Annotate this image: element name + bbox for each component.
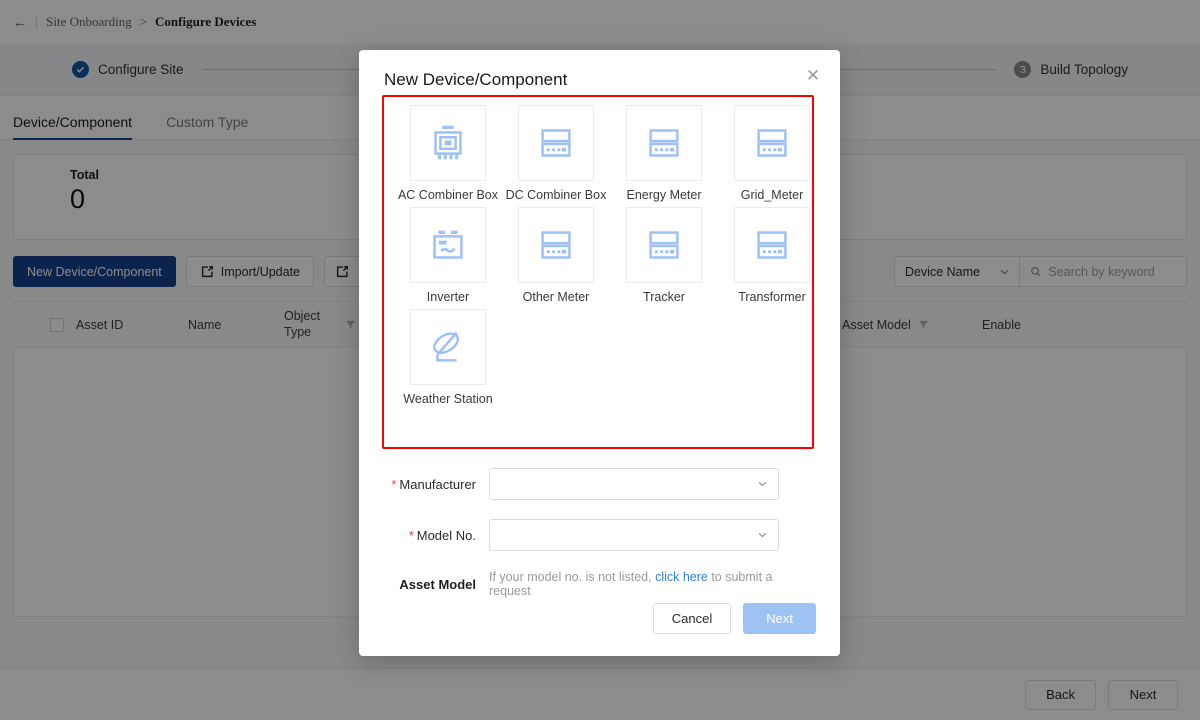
device-type-ac-combiner-box[interactable]: AC Combiner Box	[394, 105, 502, 202]
device-type-label: Grid_Meter	[741, 188, 804, 202]
device-form: *Manufacturer *Model No. Asset Model If …	[359, 468, 840, 617]
chip-icon	[410, 105, 486, 181]
meter-box-icon	[734, 207, 810, 283]
device-type-label: Other Meter	[523, 290, 590, 304]
label-model-no: *Model No.	[359, 528, 489, 543]
device-type-label: Weather Station	[403, 392, 492, 406]
label-manufacturer: *Manufacturer	[359, 477, 489, 492]
chevron-down-icon	[758, 532, 767, 538]
form-row-model-no: *Model No.	[359, 519, 800, 551]
device-type-label: AC Combiner Box	[398, 188, 498, 202]
app-root: ← | Site Onboarding > Configure Devices …	[0, 0, 1200, 720]
meter-box-icon	[734, 105, 810, 181]
click-here-link[interactable]: click here	[655, 570, 708, 584]
model-no-select[interactable]	[489, 519, 779, 551]
device-type-weather-station[interactable]: Weather Station	[394, 309, 502, 406]
next-button[interactable]: Next	[743, 603, 816, 634]
meter-box-icon	[626, 105, 702, 181]
device-type-label: DC Combiner Box	[506, 188, 607, 202]
meter-box-icon	[518, 105, 594, 181]
device-type-grid: AC Combiner Box DC Combiner Box	[394, 105, 812, 406]
satellite-dish-icon	[410, 309, 486, 385]
form-row-manufacturer: *Manufacturer	[359, 468, 800, 500]
device-type-dc-combiner-box[interactable]: DC Combiner Box	[502, 105, 610, 202]
label-text-manufacturer: Manufacturer	[399, 477, 476, 492]
required-asterisk: *	[391, 477, 396, 492]
modal-actions: Cancel Next	[653, 603, 816, 634]
device-type-highlight-region: AC Combiner Box DC Combiner Box	[382, 95, 814, 449]
device-type-label: Tracker	[643, 290, 685, 304]
battery-wave-icon	[410, 207, 486, 283]
label-asset-model: Asset Model	[359, 577, 489, 592]
device-type-grid-meter[interactable]: Grid_Meter	[718, 105, 826, 202]
manufacturer-select[interactable]	[489, 468, 779, 500]
device-type-other-meter[interactable]: Other Meter	[502, 207, 610, 304]
device-type-label: Transformer	[738, 290, 806, 304]
device-type-label: Energy Meter	[626, 188, 701, 202]
asset-model-note-before: If your model no. is not listed,	[489, 570, 655, 584]
modal-title: New Device/Component	[359, 50, 840, 90]
chevron-down-icon	[758, 481, 767, 487]
required-asterisk: *	[409, 528, 414, 543]
device-type-transformer[interactable]: Transformer	[718, 207, 826, 304]
meter-box-icon	[518, 207, 594, 283]
meter-box-icon	[626, 207, 702, 283]
device-type-label: Inverter	[427, 290, 469, 304]
label-text-model-no: Model No.	[417, 528, 476, 543]
device-type-inverter[interactable]: Inverter	[394, 207, 502, 304]
form-row-asset-model: Asset Model If your model no. is not lis…	[359, 570, 800, 598]
device-type-tracker[interactable]: Tracker	[610, 207, 718, 304]
cancel-button[interactable]: Cancel	[653, 603, 731, 634]
device-type-energy-meter[interactable]: Energy Meter	[610, 105, 718, 202]
asset-model-note: If your model no. is not listed, click h…	[489, 570, 800, 598]
new-device-modal: New Device/Component ✕	[359, 50, 840, 656]
close-icon[interactable]: ✕	[802, 64, 824, 86]
